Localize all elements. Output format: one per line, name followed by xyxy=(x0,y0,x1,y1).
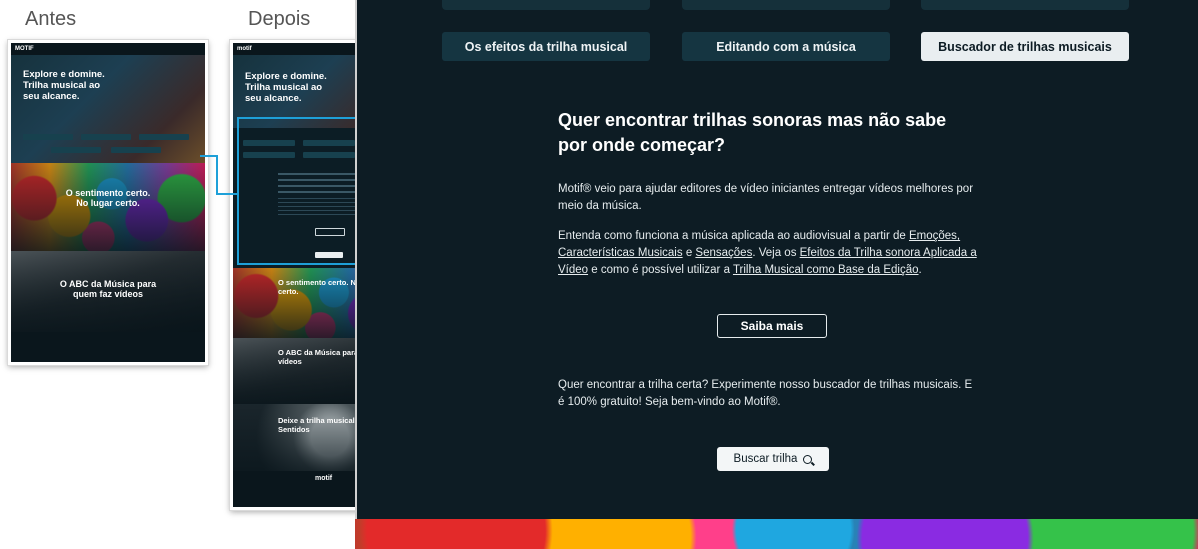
cta-paragraph: Quer encontrar a trilha certa? Experimen… xyxy=(558,379,973,408)
search-track-button[interactable]: Buscar trilha xyxy=(717,447,829,471)
before-thumbnail: MOTIF Explore e domine. Trilha musical a… xyxy=(7,39,209,366)
tab-editing-music[interactable]: Editando com a música xyxy=(682,32,890,61)
thumb-piano-section: O ABC da Música para quem faz vídeos xyxy=(11,251,205,333)
thumb-footer xyxy=(11,332,205,362)
top-tab-stub xyxy=(682,0,890,10)
top-tab-stub xyxy=(921,0,1129,10)
thumb-hero-title: Explore e domine. Trilha musical ao seu … xyxy=(245,71,327,104)
link-sensations[interactable]: Sensações xyxy=(695,247,752,259)
search-icon xyxy=(803,454,813,464)
section-heading: Quer encontrar trilhas sonoras mas não s… xyxy=(558,110,947,155)
thumb-section-title: O sentimento certo. No lugar certo. xyxy=(65,188,151,208)
connector-line xyxy=(216,155,218,195)
explain-paragraph: Entenda como funciona a música aplicada … xyxy=(558,230,977,276)
flower-banner xyxy=(355,519,1198,549)
intro-paragraph: Motif® veio para ajudar editores de víde… xyxy=(558,183,974,212)
main-panel: Os efeitos da trilha musical Editando co… xyxy=(355,0,1198,549)
before-label: Antes xyxy=(25,8,77,30)
thumb-nav: MOTIF xyxy=(11,43,205,55)
learn-more-button[interactable]: Saiba mais xyxy=(717,314,827,338)
thumb-logo: motif xyxy=(237,46,252,52)
tab-music-search[interactable]: Buscador de trilhas musicais xyxy=(921,32,1129,61)
thumb-flower-section: O sentimento certo. No lugar certo. xyxy=(11,163,205,251)
thumb-hero: Explore e domine. Trilha musical ao seu … xyxy=(11,55,205,163)
thumb-logo: MOTIF xyxy=(15,46,34,52)
thumb-section-title: O ABC da Música para quem faz vídeos xyxy=(59,279,157,299)
top-tab-stub xyxy=(442,0,650,10)
link-music-base-editing[interactable]: Trilha Musical como Base da Edição xyxy=(733,264,919,276)
search-track-label: Buscar trilha xyxy=(733,453,798,465)
tab-trilha-effects[interactable]: Os efeitos da trilha musical xyxy=(442,32,650,61)
thumb-hero-title: Explore e domine. Trilha musical ao seu … xyxy=(23,69,105,102)
after-label: Depois xyxy=(248,8,311,30)
thumb-footer-logo: motif xyxy=(315,475,333,482)
connector-line xyxy=(216,193,238,195)
